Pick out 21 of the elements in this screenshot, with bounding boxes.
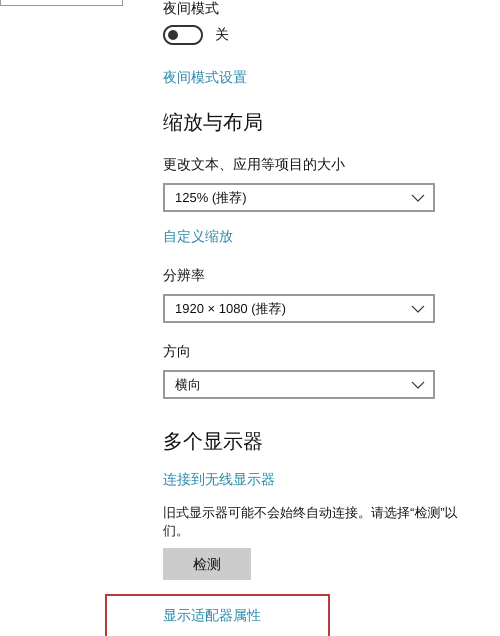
chevron-down-icon (411, 380, 425, 388)
dropdown[interactable]: 横向 (163, 370, 435, 399)
night-mode-settings-link[interactable]: 夜间模式设置 (163, 67, 247, 88)
description-text: 旧式显示器可能不会始终自动连接。请选择“检测”以 (163, 504, 458, 522)
display-adapter-link[interactable]: 显示适配器属性 (163, 605, 261, 626)
chevron-down-icon (411, 304, 425, 312)
custom-scaling-link[interactable]: 自定义缩放 (163, 226, 233, 247)
section-heading: 多个显示器 (163, 430, 263, 455)
dropdown[interactable]: 125% (推荐) (163, 183, 435, 212)
section-heading: 缩放与布局 (163, 111, 263, 136)
setting-label: 夜间模式 (163, 0, 219, 16)
chevron-down-icon (411, 194, 425, 202)
field-label: 方向 (163, 342, 192, 361)
toggle-switch[interactable] (163, 24, 203, 44)
description-text: 们。 (163, 522, 189, 540)
wireless-display-link[interactable]: 连接到无线显示器 (163, 469, 275, 490)
field-label: 更改文本、应用等项目的大小 (163, 155, 346, 174)
field-label: 分辨率 (163, 266, 206, 285)
dropdown[interactable]: 1920 × 1080 (推荐) (163, 294, 435, 323)
toggle-state-text: 关 (215, 25, 229, 44)
detect-button[interactable]: 检测 (163, 548, 251, 580)
